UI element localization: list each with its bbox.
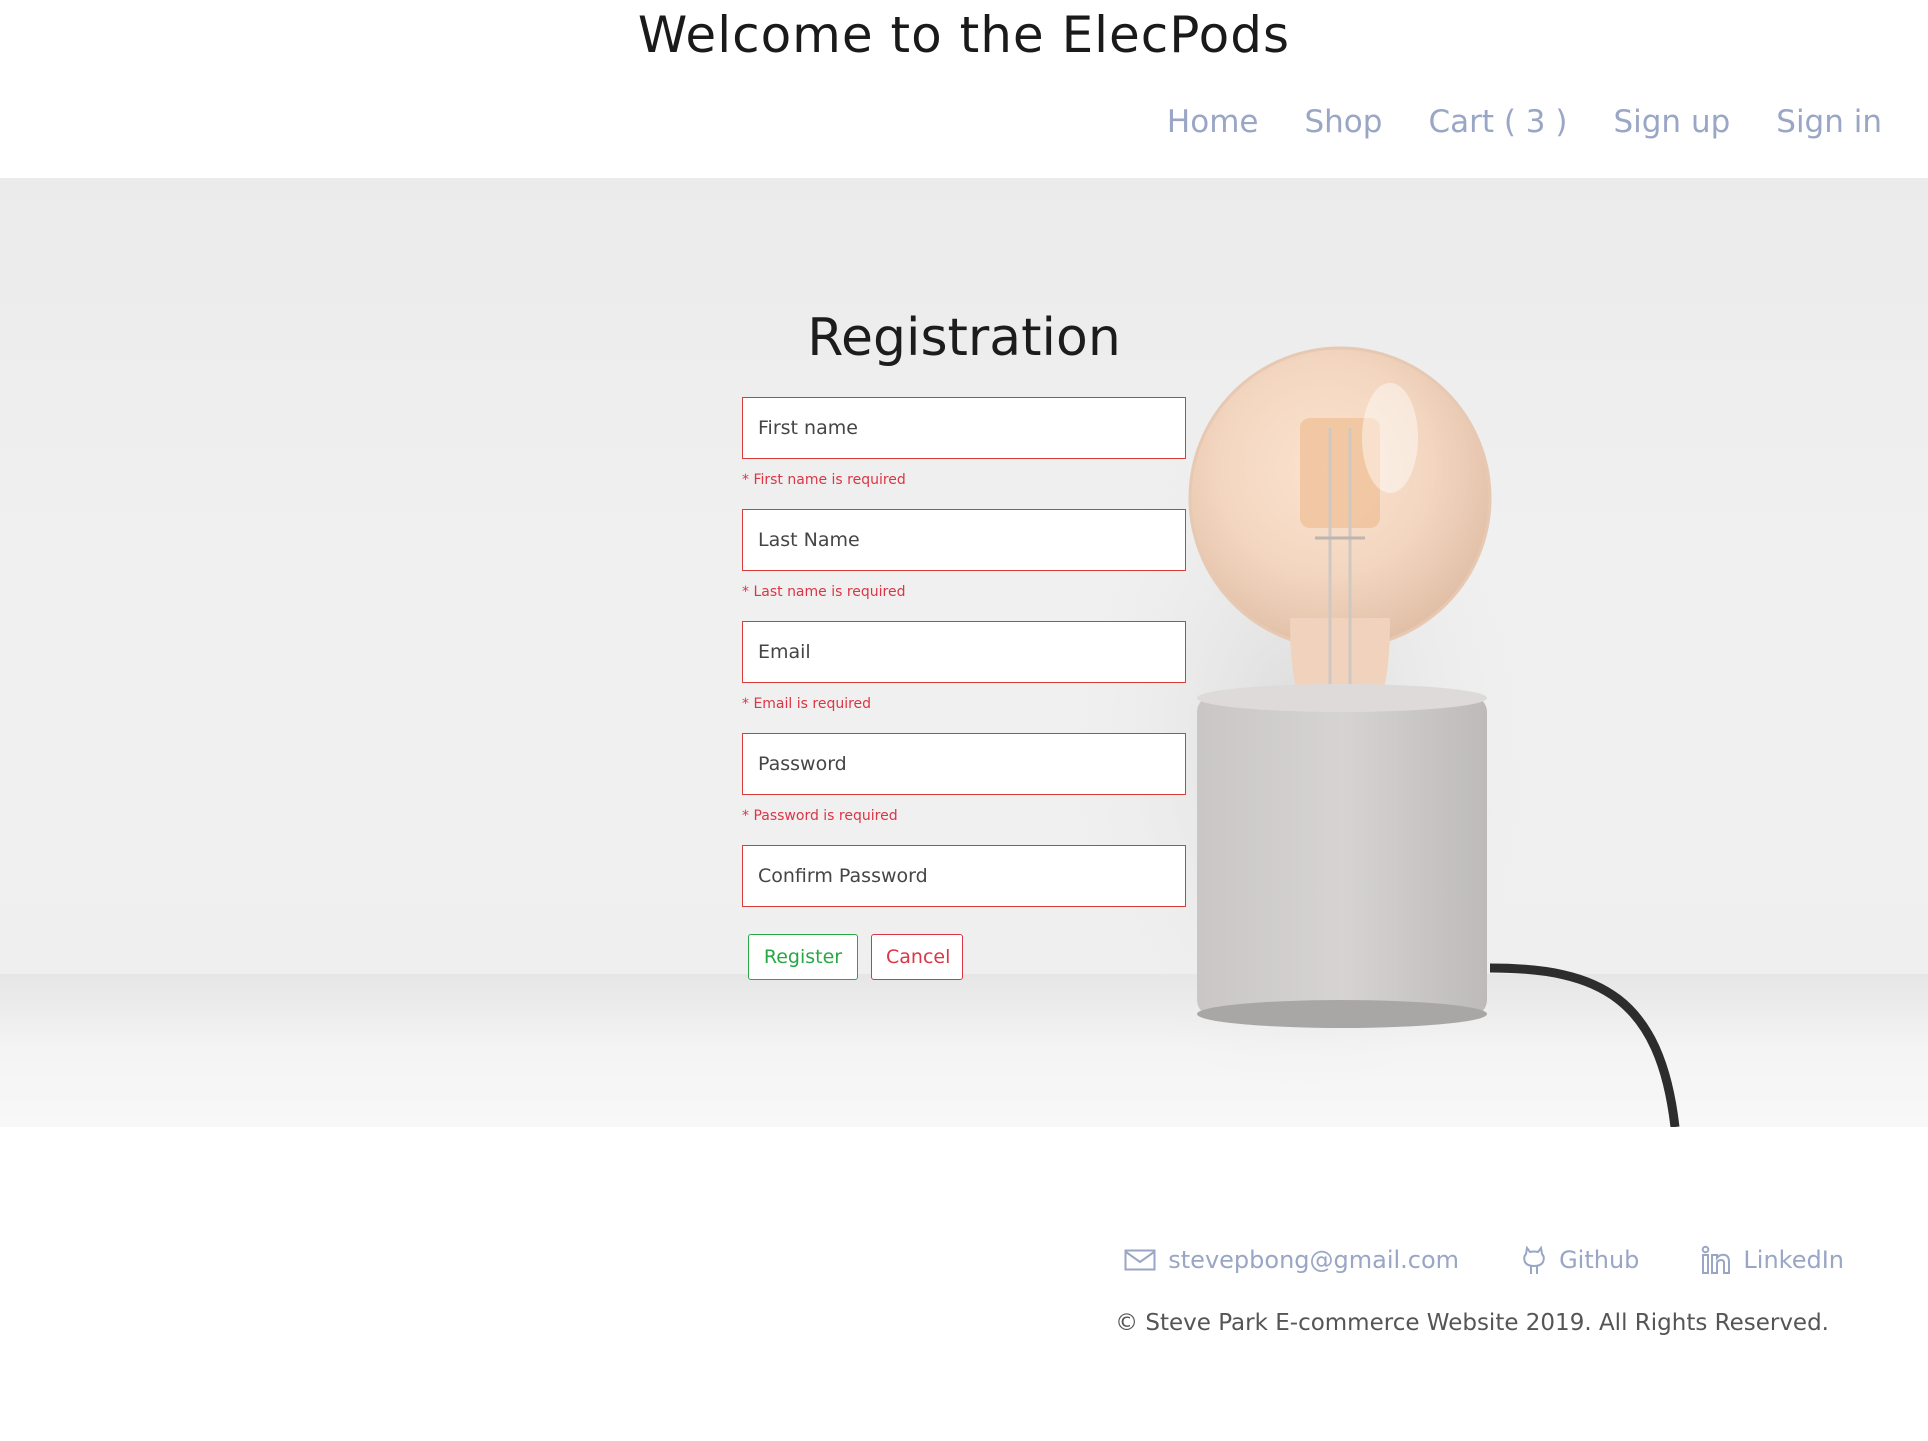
last-name-input[interactable] (742, 509, 1186, 571)
main-nav: Home Shop Cart ( 3 ) Sign up Sign in (1167, 104, 1882, 140)
footer-links: stevepbong@gmail.com Github LinkedIn (1124, 1244, 1844, 1276)
last-name-error: * Last name is required (742, 584, 906, 600)
page: Welcome to the ElecPods Home Shop Cart (… (0, 0, 1928, 1441)
nav-shop[interactable]: Shop (1304, 104, 1382, 140)
register-button[interactable]: Register (748, 934, 858, 980)
password-input[interactable] (742, 733, 1186, 795)
footer-linkedin-text: LinkedIn (1743, 1246, 1844, 1274)
password-error: * Password is required (742, 808, 898, 824)
hero-background: Registration * First name is required * … (0, 178, 1928, 1127)
registration-title: Registration (807, 308, 1121, 368)
footer-email-text: stevepbong@gmail.com (1168, 1246, 1460, 1274)
email-input[interactable] (742, 621, 1186, 683)
footer-email-link[interactable]: stevepbong@gmail.com (1124, 1246, 1459, 1274)
footer-linkedin-link[interactable]: LinkedIn (1701, 1245, 1844, 1275)
github-icon (1521, 1244, 1547, 1276)
confirm-password-input[interactable] (742, 845, 1186, 907)
first-name-input[interactable] (742, 397, 1186, 459)
footer-github-link[interactable]: Github (1521, 1244, 1639, 1276)
nav-home[interactable]: Home (1167, 104, 1259, 140)
copyright-text: © Steve Park E-commerce Website 2019. Al… (1115, 1310, 1829, 1336)
nav-signup[interactable]: Sign up (1613, 104, 1730, 140)
site-title: Welcome to the ElecPods (637, 6, 1291, 64)
first-name-error: * First name is required (742, 472, 906, 488)
footer-github-text: Github (1559, 1246, 1640, 1274)
nav-cart[interactable]: Cart ( 3 ) (1428, 104, 1567, 140)
email-error: * Email is required (742, 696, 872, 712)
cancel-button[interactable]: Cancel (871, 934, 963, 980)
mail-icon (1124, 1249, 1156, 1271)
nav-signin[interactable]: Sign in (1776, 104, 1882, 140)
linkedin-icon (1701, 1245, 1731, 1275)
